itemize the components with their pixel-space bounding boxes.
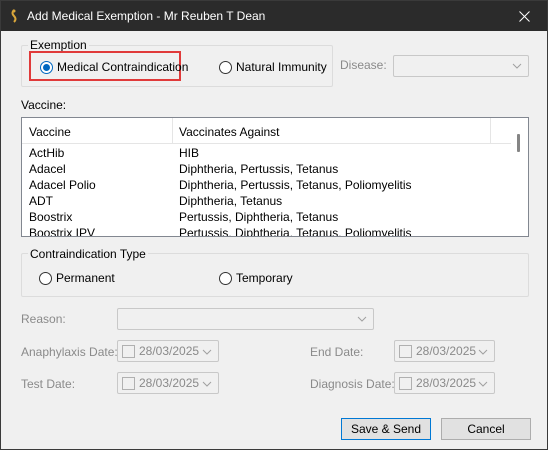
anaphylaxis-date-label: Anaphylaxis Date: xyxy=(21,345,118,359)
medical-contraindication-label: Medical Contraindication xyxy=(57,60,189,74)
chevron-down-icon xyxy=(357,316,367,322)
anaphylaxis-date-checkbox[interactable] xyxy=(122,344,135,358)
anaphylaxis-date-value: 28/03/2025 xyxy=(139,344,200,358)
table-row[interactable]: Adacel Diphtheria, Pertussis, Tetanus xyxy=(22,161,512,177)
cancel-button[interactable]: Cancel xyxy=(441,418,531,440)
end-date-value: 28/03/2025 xyxy=(416,344,477,358)
scrollbar-thumb[interactable] xyxy=(517,134,520,152)
chevron-down-icon xyxy=(202,381,212,387)
diagnosis-date-value: 28/03/2025 xyxy=(416,376,477,390)
vaccine-list[interactable]: Vaccine Vaccinates Against ActHib HIB Ad… xyxy=(21,117,529,237)
test-date-picker[interactable]: 28/03/2025 xyxy=(117,372,219,394)
radio-unchecked-icon xyxy=(39,271,52,285)
chevron-down-icon xyxy=(478,381,488,387)
vaccinates-against: Diphtheria, Tetanus xyxy=(179,194,283,208)
close-icon xyxy=(518,10,530,22)
table-row[interactable]: ADT Diphtheria, Tetanus xyxy=(22,193,512,209)
chevron-down-icon xyxy=(512,63,522,69)
reason-label: Reason: xyxy=(21,312,66,326)
save-and-send-button[interactable]: Save & Send xyxy=(341,418,431,440)
natural-immunity-radio[interactable]: Natural Immunity xyxy=(219,60,327,74)
radio-unchecked-icon xyxy=(219,60,232,74)
exemption-group-label: Exemption xyxy=(28,38,89,52)
diagnosis-date-picker[interactable]: 28/03/2025 xyxy=(394,372,495,394)
vaccinates-against: Diphtheria, Pertussis, Tetanus xyxy=(179,162,339,176)
test-date-value: 28/03/2025 xyxy=(139,376,200,390)
column-header-vaccine[interactable]: Vaccine xyxy=(29,125,71,139)
vaccine-name: Boostrix xyxy=(29,210,73,224)
dialog-window: Add Medical Exemption - Mr Reuben T Dean… xyxy=(0,0,548,450)
table-row[interactable]: Boostrix IPV Pertussis, Diphtheria, Teta… xyxy=(22,225,512,237)
anaphylaxis-date-picker[interactable]: 28/03/2025 xyxy=(117,340,219,362)
close-button[interactable] xyxy=(501,1,547,31)
reason-dropdown[interactable] xyxy=(117,308,374,330)
vaccine-name: Adacel xyxy=(29,162,66,176)
vaccine-label: Vaccine: xyxy=(21,98,67,112)
diagnosis-date-label: Diagnosis Date: xyxy=(310,377,395,391)
column-divider[interactable] xyxy=(490,118,491,144)
vaccine-name: ActHib xyxy=(29,146,65,160)
test-date-checkbox[interactable] xyxy=(122,376,135,390)
window-title: Add Medical Exemption - Mr Reuben T Dean xyxy=(27,9,266,23)
end-date-checkbox[interactable] xyxy=(399,344,412,358)
temporary-radio[interactable]: Temporary xyxy=(219,271,293,285)
vaccine-list-header: Vaccine Vaccinates Against xyxy=(22,118,512,144)
natural-immunity-label: Natural Immunity xyxy=(236,60,327,74)
vaccinates-against: HIB xyxy=(179,146,200,160)
medical-contraindication-radio[interactable]: Medical Contraindication xyxy=(40,60,188,74)
table-row[interactable]: Adacel Polio Diphtheria, Pertussis, Teta… xyxy=(22,177,512,193)
disease-label: Disease: xyxy=(340,58,387,72)
contraindication-type-group-label: Contraindication Type xyxy=(28,247,148,261)
vaccine-name: Boostrix IPV xyxy=(29,226,96,237)
app-icon xyxy=(11,9,17,23)
table-row[interactable]: ActHib HIB xyxy=(22,145,512,161)
diagnosis-date-checkbox[interactable] xyxy=(399,376,412,390)
table-row[interactable]: Boostrix Pertussis, Diphtheria, Tetanus xyxy=(22,209,512,225)
end-date-label: End Date: xyxy=(310,345,364,359)
column-divider[interactable] xyxy=(172,118,173,144)
radio-unchecked-icon xyxy=(219,271,232,285)
test-date-label: Test Date: xyxy=(21,377,76,391)
temporary-label: Temporary xyxy=(236,271,293,285)
vaccine-name: Adacel Polio xyxy=(29,178,96,192)
vaccine-name: ADT xyxy=(29,194,53,208)
permanent-label: Permanent xyxy=(56,271,115,285)
column-header-vaccinates-against[interactable]: Vaccinates Against xyxy=(179,125,280,139)
title-bar: Add Medical Exemption - Mr Reuben T Dean xyxy=(1,1,547,31)
end-date-picker[interactable]: 28/03/2025 xyxy=(394,340,495,362)
permanent-radio[interactable]: Permanent xyxy=(39,271,115,285)
vaccinates-against: Diphtheria, Pertussis, Tetanus, Poliomye… xyxy=(179,178,412,192)
vaccinates-against: Pertussis, Diphtheria, Tetanus xyxy=(179,210,339,224)
vaccinates-against: Pertussis, Diphtheria, Tetanus, Poliomye… xyxy=(179,226,412,237)
chevron-down-icon xyxy=(478,349,488,355)
chevron-down-icon xyxy=(202,349,212,355)
disease-dropdown[interactable] xyxy=(393,55,529,77)
radio-checked-icon xyxy=(40,60,53,74)
vertical-scrollbar[interactable] xyxy=(511,118,528,236)
